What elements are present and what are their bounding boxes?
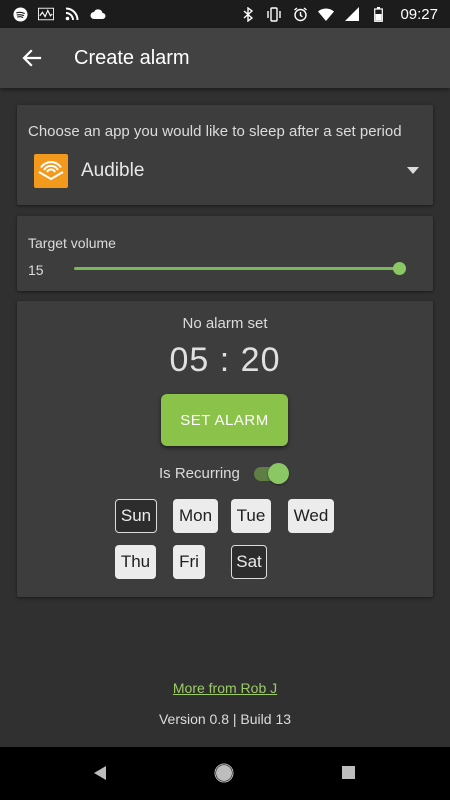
status-bar-left [0, 6, 118, 22]
app-bar: Create alarm [0, 28, 450, 88]
day-tue-toggle[interactable]: Tue [231, 499, 271, 533]
arrow-back-icon [22, 49, 42, 67]
alarm-card: No alarm set 05 : 20 SET ALARM Is Recurr… [17, 301, 433, 597]
toggle-knob [267, 463, 289, 484]
version-text: Version 0.8 | Build 13 [158, 711, 292, 727]
dropdown-arrow-icon [407, 167, 419, 174]
more-from-author-link[interactable]: More from Rob J [0, 680, 450, 696]
wifi-icon [318, 6, 335, 22]
nav-recents-icon [342, 766, 355, 779]
recurring-label: Is Recurring [159, 464, 240, 482]
app-select-dropdown[interactable]: Audible [34, 153, 419, 189]
system-navigation-bar [0, 747, 450, 800]
volume-slider-thumb[interactable] [393, 262, 406, 275]
nav-back-button[interactable] [93, 765, 107, 781]
alarm-icon [292, 6, 308, 22]
day-sat-toggle[interactable]: Sat [231, 545, 267, 579]
set-alarm-button[interactable]: SET ALARM [161, 394, 288, 446]
selected-app-name: Audible [81, 160, 145, 181]
day-wed-toggle[interactable]: Wed [288, 499, 334, 533]
nav-recents-button[interactable] [342, 766, 355, 779]
rss-icon [64, 6, 80, 22]
vibrate-icon [266, 6, 282, 22]
status-bar-right: 09:27 [228, 6, 450, 23]
volume-card: Target volume 15 [17, 216, 433, 291]
volume-value: 15 [28, 262, 44, 278]
battery-icon [370, 6, 386, 22]
day-sun-toggle[interactable]: Sun [115, 499, 157, 533]
alarm-status-text: No alarm set [182, 315, 268, 332]
activity-icon [38, 6, 54, 22]
volume-label: Target volume [28, 235, 116, 251]
clock-time: 09:27 [400, 5, 438, 23]
signal-icon [344, 6, 360, 22]
status-bar: 09:27 [0, 0, 450, 28]
bluetooth-icon [240, 6, 256, 22]
nav-home-button[interactable] [214, 763, 234, 783]
audible-logo-icon [34, 154, 68, 188]
day-mon-toggle[interactable]: Mon [173, 499, 218, 533]
nav-back-icon [94, 766, 106, 780]
nav-home-icon [214, 763, 234, 783]
page-title: Create alarm [74, 46, 190, 69]
spotify-icon [12, 6, 28, 22]
app-picker-card: Choose an app you would like to sleep af… [17, 105, 433, 205]
app-picker-label: Choose an app you would like to sleep af… [28, 123, 402, 140]
recurring-row: Is Recurring [159, 462, 290, 484]
alarm-time-display[interactable]: 05 : 20 [17, 341, 433, 380]
recurring-toggle[interactable] [253, 462, 290, 484]
day-fri-toggle[interactable]: Fri [173, 545, 205, 579]
day-thu-toggle[interactable]: Thu [115, 545, 156, 579]
cloud-icon [90, 6, 106, 22]
volume-slider-track [74, 267, 400, 270]
volume-slider[interactable] [74, 262, 406, 275]
back-button[interactable] [16, 42, 48, 74]
